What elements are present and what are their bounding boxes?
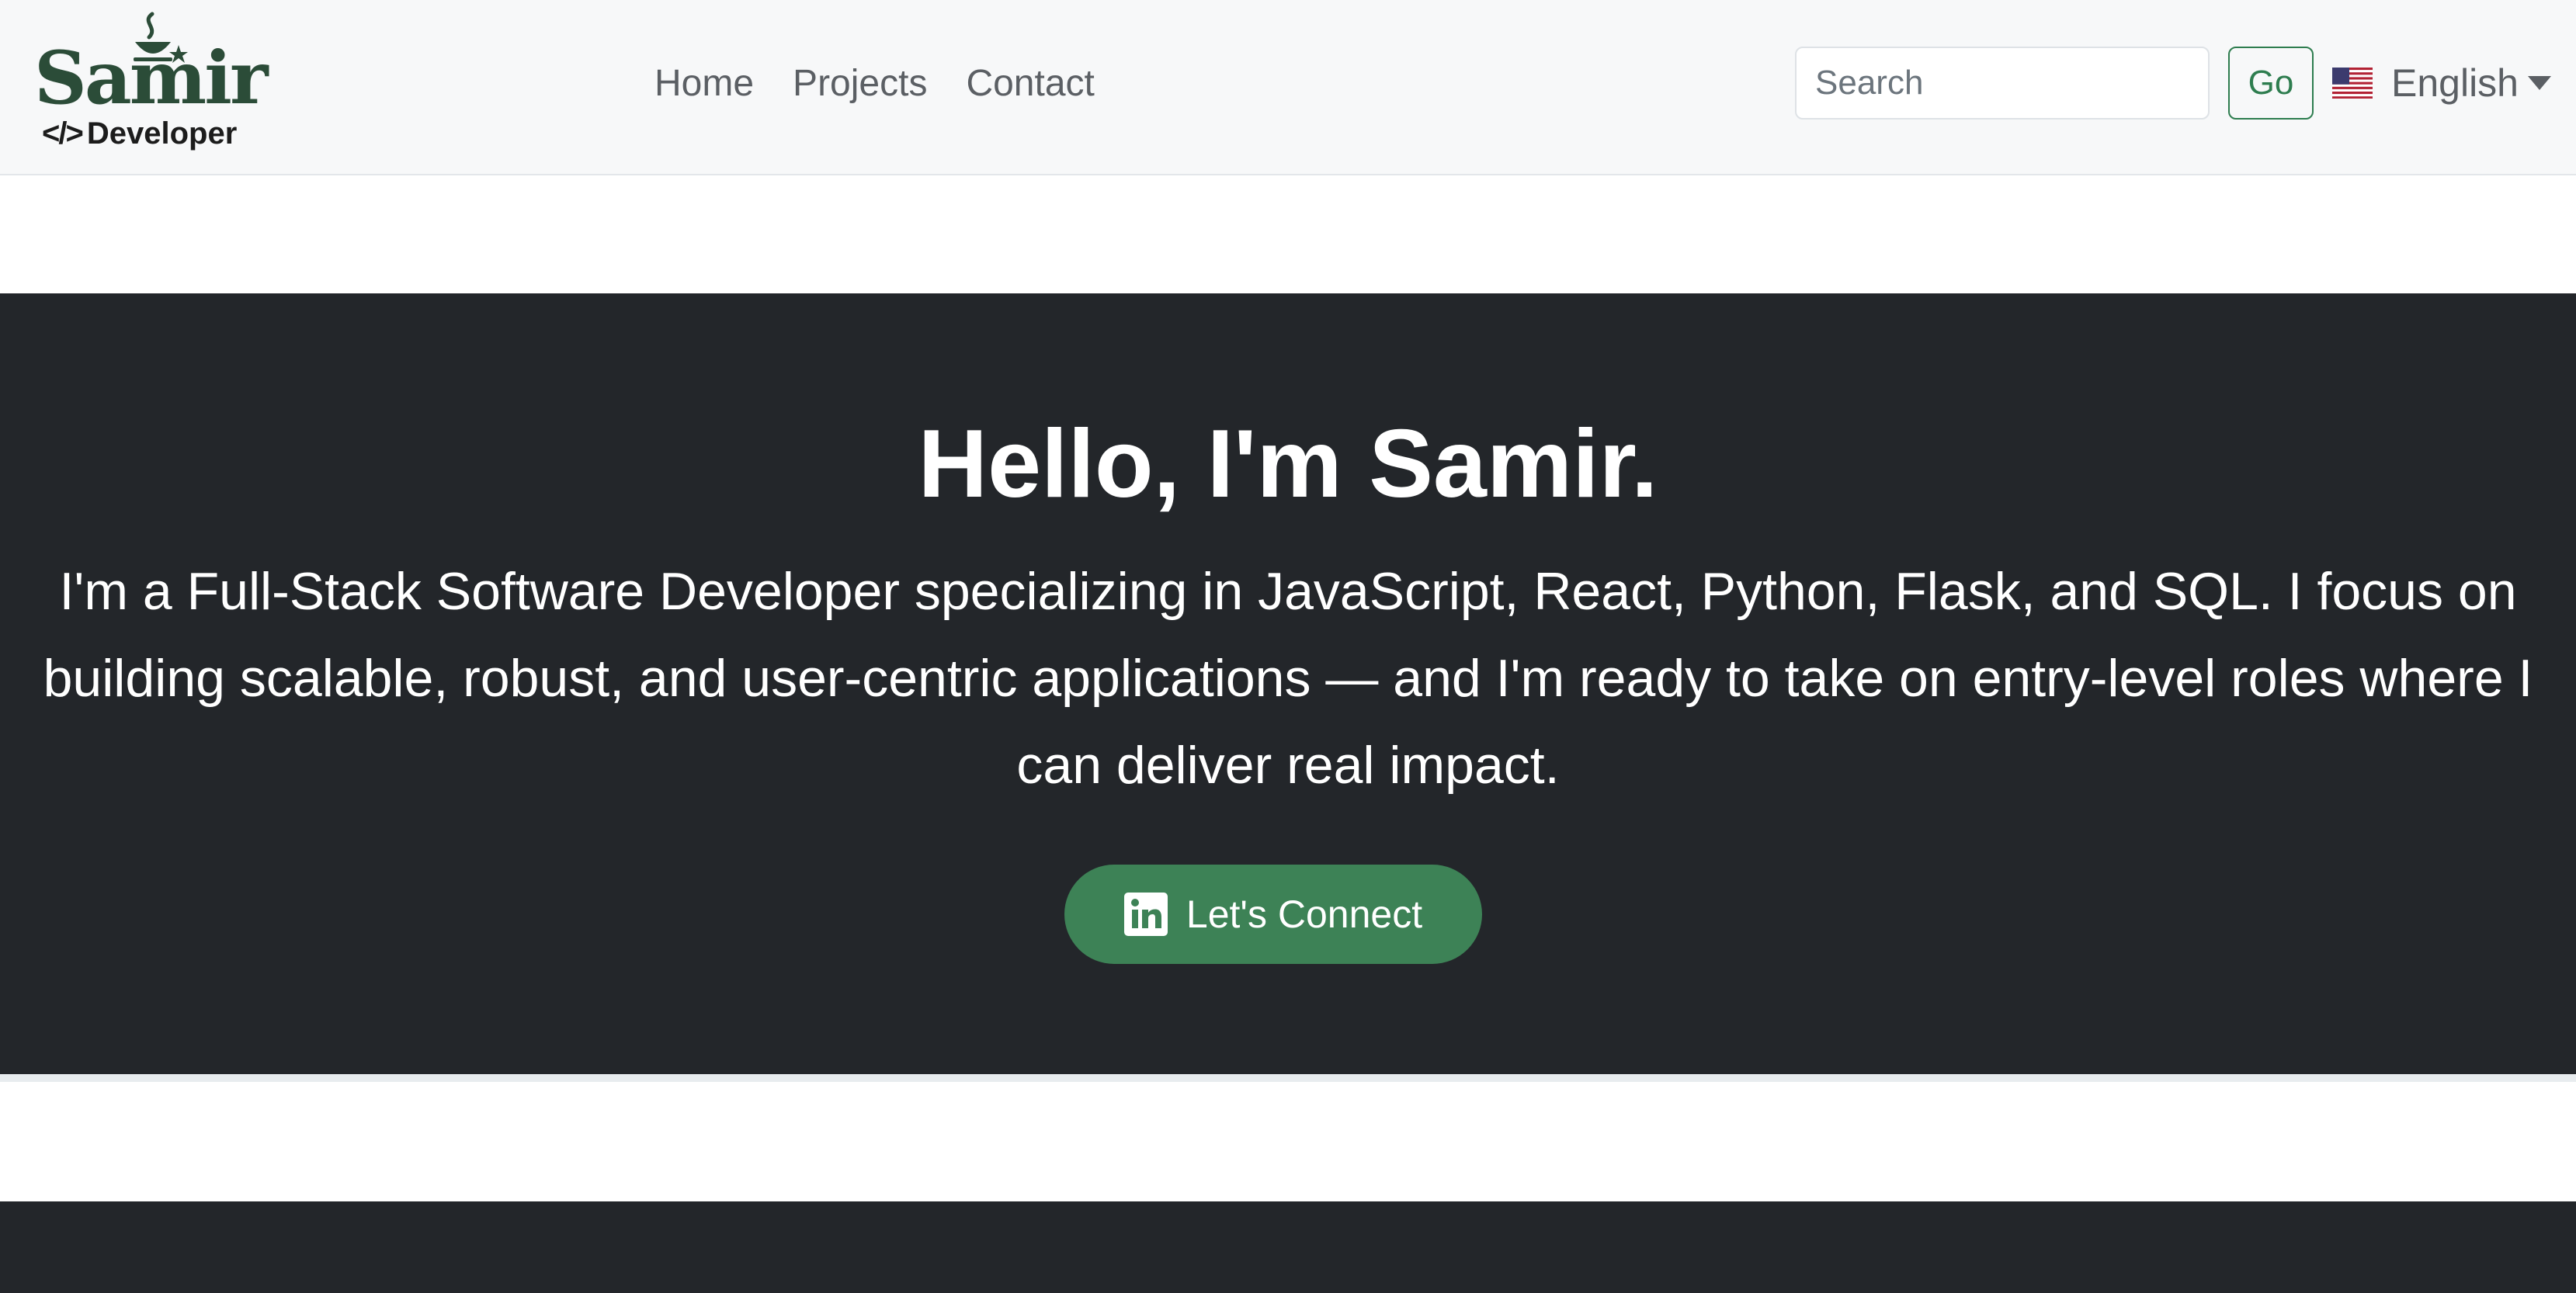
navbar: Samir </> Developer Home Projects Contact… — [0, 0, 2576, 175]
us-flag-icon — [2332, 68, 2373, 99]
code-brackets-icon: </> — [42, 116, 84, 151]
search-go-button[interactable]: Go — [2228, 47, 2314, 120]
hero-title: Hello, I'm Samir. — [918, 411, 1658, 518]
brand-tagline: </> Developer — [42, 118, 237, 149]
nav-link-contact[interactable]: Contact — [966, 59, 1094, 109]
brand-logo[interactable]: Samir </> Developer — [34, 11, 268, 158]
search-input[interactable] — [1795, 47, 2210, 120]
next-section — [0, 1201, 2576, 1293]
brand-name: Samir — [34, 36, 268, 121]
nav-links: Home Projects Contact — [654, 59, 1095, 109]
brand-tagline-text: Developer — [86, 116, 238, 151]
nav-link-projects[interactable]: Projects — [793, 59, 927, 109]
linkedin-icon — [1123, 893, 1168, 936]
hero-description: I'm a Full-Stack Software Developer spec… — [43, 562, 2533, 795]
language-dropdown[interactable]: English — [2332, 56, 2551, 110]
lets-connect-label: Let's Connect — [1186, 893, 1423, 936]
lets-connect-button[interactable]: Let's Connect — [1064, 865, 1482, 964]
caret-down-icon — [2528, 76, 2551, 90]
language-label: English — [2391, 61, 2519, 105]
hero-section: Hello, I'm Samir. I'm a Full-Stack Softw… — [0, 293, 2576, 1082]
nav-link-home[interactable]: Home — [654, 59, 754, 109]
